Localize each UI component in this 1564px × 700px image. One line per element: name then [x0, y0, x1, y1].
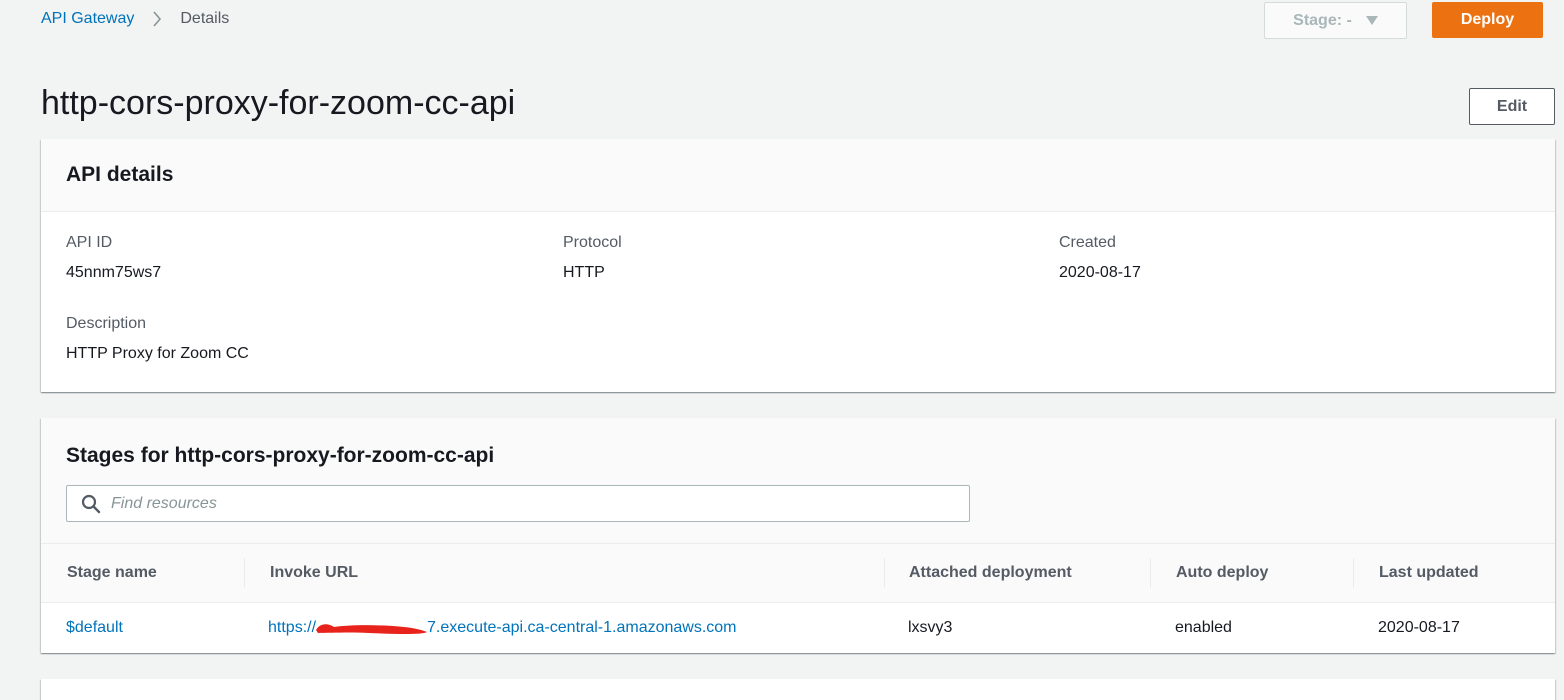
api-details-header: API details [41, 139, 1555, 212]
stages-table: Stage name Invoke URL Attached deploymen… [41, 543, 1555, 653]
caret-down-icon [1365, 16, 1378, 25]
api-id-value: 45nnm75ws7 [66, 264, 162, 281]
column-divider [1150, 558, 1151, 588]
stages-title: Stages for http-cors-proxy-for-zoom-cc-a… [66, 444, 495, 467]
table-row: $default https:// 7.execute-api.ca-centra… [41, 603, 1555, 653]
next-panel [41, 679, 1555, 700]
column-header-attached-deployment[interactable]: Attached deployment [909, 544, 1072, 602]
column-divider [1353, 558, 1354, 588]
api-details-title: API details [66, 163, 174, 186]
page-title: http-cors-proxy-for-zoom-cc-api [41, 84, 516, 122]
table-header: Stage name Invoke URL Attached deploymen… [41, 543, 1555, 603]
column-header-stage-name[interactable]: Stage name [67, 544, 157, 602]
stage-select[interactable]: Stage: - [1264, 2, 1407, 39]
description-value: HTTP Proxy for Zoom CC [66, 345, 249, 362]
stages-panel: Stages for http-cors-proxy-for-zoom-cc-a… [41, 418, 1555, 653]
created-field: Created 2020-08-17 [1059, 234, 1141, 282]
api-id-field: API ID 45nnm75ws7 [66, 234, 161, 282]
api-id-label: API ID [66, 234, 113, 251]
protocol-field: Protocol HTTP [563, 234, 622, 282]
search-box [66, 485, 970, 522]
stage-select-label: Stage: - [1293, 11, 1352, 29]
protocol-value: HTTP [563, 264, 605, 281]
redaction-mark [314, 621, 429, 635]
created-value: 2020-08-17 [1059, 264, 1141, 281]
invoke-url-link[interactable]: https:// 7.execute-api.ca-central-1.amazo… [268, 619, 737, 637]
deploy-button[interactable]: Deploy [1432, 2, 1543, 38]
column-header-invoke-url[interactable]: Invoke URL [270, 544, 358, 602]
column-header-last-updated[interactable]: Last updated [1379, 544, 1479, 602]
edit-button[interactable]: Edit [1469, 88, 1555, 125]
invoke-url-cell: https:// 7.execute-api.ca-central-1.amazo… [268, 603, 737, 653]
api-details-panel: API details API ID 45nnm75ws7 Protocol H… [41, 139, 1555, 392]
invoke-url-suffix: 7.execute-api.ca-central-1.amazonaws.com [427, 619, 737, 636]
description-label: Description [66, 315, 147, 332]
top-bar: API Gateway Details Stage: - Deploy [0, 0, 1564, 40]
breadcrumb-current: Details [180, 10, 230, 27]
invoke-url-prefix: https:// [268, 619, 317, 636]
stage-name-cell: $default [66, 603, 123, 653]
chevron-right-icon [152, 11, 162, 27]
deployment-cell: lxsvy3 [908, 619, 953, 636]
search-icon [81, 494, 101, 514]
search-input[interactable] [111, 494, 951, 513]
breadcrumb: API Gateway Details [41, 10, 229, 28]
column-divider [244, 558, 245, 588]
created-label: Created [1059, 234, 1116, 251]
last-updated-cell: 2020-08-17 [1378, 619, 1460, 636]
breadcrumb-api-gateway-link[interactable]: API Gateway [41, 10, 134, 28]
column-header-auto-deploy[interactable]: Auto deploy [1176, 544, 1268, 602]
description-field: Description HTTP Proxy for Zoom CC [66, 315, 249, 363]
column-divider [884, 558, 885, 588]
stage-name-link[interactable]: $default [66, 619, 123, 637]
protocol-label: Protocol [563, 234, 622, 251]
auto-deploy-cell: enabled [1175, 619, 1232, 636]
